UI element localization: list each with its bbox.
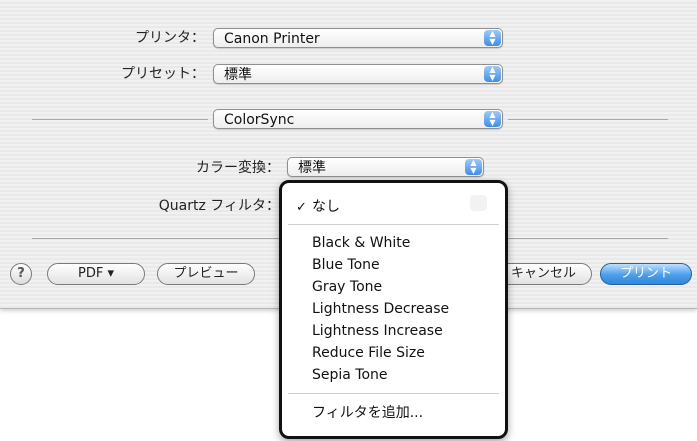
quartz-filter-label: Quartz フィルタ：: [158, 198, 280, 214]
menu-item-label: なし: [312, 199, 340, 215]
print-button[interactable]: プリント: [600, 263, 692, 285]
bottom-separator-right: [508, 238, 668, 239]
popup-arrows-icon: ▲ ▼: [465, 159, 482, 175]
menu-item-label: Lightness Decrease: [312, 301, 450, 317]
preset-popup[interactable]: 標準 ▲ ▼: [213, 64, 503, 84]
menu-item-black-white[interactable]: Black & White: [282, 233, 505, 254]
bottom-separator-left: [32, 238, 282, 239]
color-conversion-popup[interactable]: 標準 ▲ ▼: [287, 157, 484, 177]
menu-separator: [288, 393, 499, 394]
panel-value: ColorSync: [224, 112, 295, 128]
quartz-filter-menu: ✓ なし Black & White Blue Tone Gray Tone L…: [279, 180, 508, 439]
color-conversion-value: 標準: [298, 160, 326, 176]
separator-right: [508, 119, 668, 120]
preview-button[interactable]: プレビュー: [157, 263, 255, 285]
preset-label: プリセット：: [121, 66, 205, 82]
menu-item-lightness-decrease[interactable]: Lightness Decrease: [282, 299, 505, 320]
menu-item-label: Sepia Tone: [312, 367, 388, 383]
printer-value: Canon Printer: [224, 31, 320, 47]
menu-item-label: Lightness Increase: [312, 323, 443, 339]
printer-popup[interactable]: Canon Printer ▲ ▼: [213, 28, 503, 48]
help-button[interactable]: ?: [10, 263, 32, 285]
menu-separator: [288, 224, 499, 225]
panel-popup[interactable]: ColorSync ▲ ▼: [213, 109, 503, 129]
menu-item-blue-tone[interactable]: Blue Tone: [282, 255, 505, 276]
checkmark-icon: ✓: [296, 200, 307, 215]
menu-item-gray-tone[interactable]: Gray Tone: [282, 277, 505, 298]
menu-item-reduce-file-size[interactable]: Reduce File Size: [282, 343, 505, 364]
menu-item-label: フィルタを追加...: [312, 405, 424, 421]
menu-item-add-filter[interactable]: フィルタを追加...: [282, 403, 505, 424]
pdf-button[interactable]: PDF ▾: [47, 263, 145, 285]
separator-left: [32, 119, 208, 120]
cancel-button[interactable]: キャンセル: [495, 263, 592, 285]
menu-item-sepia-tone[interactable]: Sepia Tone: [282, 365, 505, 386]
menu-item-lightness-increase[interactable]: Lightness Increase: [282, 321, 505, 342]
popup-arrows-icon: ▲ ▼: [484, 66, 501, 82]
menu-item-label: Black & White: [312, 235, 411, 251]
popup-arrows-icon: ▲ ▼: [484, 30, 501, 46]
color-conversion-label: カラー変換：: [196, 160, 280, 176]
preset-value: 標準: [224, 67, 252, 83]
menu-item-label: Reduce File Size: [312, 345, 425, 361]
menu-item-label: Gray Tone: [312, 279, 383, 295]
popup-arrows-icon: ▲ ▼: [484, 111, 501, 127]
menu-item-none[interactable]: ✓ なし: [282, 197, 505, 218]
printer-label: プリンタ：: [135, 30, 205, 46]
menu-item-label: Blue Tone: [312, 257, 380, 273]
